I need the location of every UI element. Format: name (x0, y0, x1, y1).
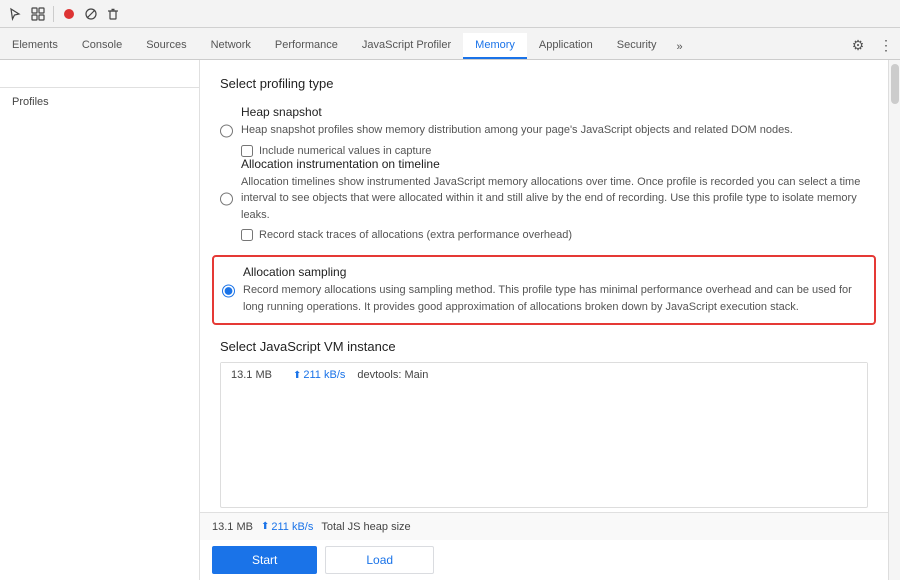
tab-network[interactable]: Network (199, 33, 263, 59)
vm-empty-space (221, 387, 867, 507)
bottom-size: 13.1 MB (212, 521, 253, 533)
sidebar: Profiles (0, 60, 200, 580)
profiling-type-title: Select profiling type (220, 76, 868, 91)
allocation-instrumentation-checkbox-row: Record stack traces of allocations (extr… (241, 229, 868, 241)
start-button[interactable]: Start (212, 546, 317, 574)
heap-snapshot-checkbox-row: Include numerical values in capture (241, 145, 868, 157)
tab-js-profiler[interactable]: JavaScript Profiler (350, 33, 463, 59)
vm-size: 13.1 MB (231, 369, 281, 381)
include-numerical-label[interactable]: Include numerical values in capture (259, 145, 431, 157)
sidebar-toolbar (0, 60, 199, 88)
allocation-instrumentation-label[interactable]: Allocation instrumentation on timeline (241, 157, 440, 171)
tab-elements[interactable]: Elements (0, 33, 70, 59)
cursor-icon[interactable] (6, 4, 26, 24)
settings-icon[interactable]: ⚙ (844, 31, 872, 59)
tab-performance[interactable]: Performance (263, 33, 350, 59)
vm-title: Select JavaScript VM instance (220, 339, 868, 354)
load-button[interactable]: Load (325, 546, 434, 574)
bottom-label: Total JS heap size (321, 521, 410, 533)
vm-table: 13.1 MB ⬆ 211 kB/s devtools: Main (220, 362, 868, 508)
tab-console[interactable]: Console (70, 33, 134, 59)
tab-security[interactable]: Security (605, 33, 669, 59)
heap-snapshot-radio[interactable] (220, 105, 233, 157)
vm-rate: ⬆ 211 kB/s (293, 369, 345, 381)
allocation-instrumentation-desc: Allocation timelines show instrumented J… (241, 174, 868, 224)
record-stack-traces-label[interactable]: Record stack traces of allocations (extr… (259, 229, 572, 241)
scroll-thumb[interactable] (891, 64, 899, 104)
vm-rate-value: 211 kB/s (303, 369, 345, 381)
heap-snapshot-desc: Heap snapshot profiles show memory distr… (241, 122, 868, 139)
main-layout: Profiles Select profiling type Heap snap… (0, 60, 900, 580)
heap-snapshot-label[interactable]: Heap snapshot (241, 105, 322, 119)
tab-sources[interactable]: Sources (134, 33, 198, 59)
bottom-rate: ⬆ 211 kB/s (261, 521, 313, 533)
inspect-icon[interactable] (28, 4, 48, 24)
allocation-sampling-radio[interactable] (222, 267, 235, 315)
record-icon[interactable] (59, 4, 79, 24)
toolbar-separator (53, 6, 54, 22)
allocation-sampling-label[interactable]: Allocation sampling (243, 265, 346, 279)
tab-memory[interactable]: Memory (463, 33, 527, 59)
bottom-bar: 13.1 MB ⬆ 211 kB/s Total JS heap size (200, 512, 888, 540)
tab-application[interactable]: Application (527, 33, 605, 59)
heap-snapshot-option: Heap snapshot Heap snapshot profiles sho… (220, 105, 868, 157)
content-area: Select profiling type Heap snapshot Heap… (200, 60, 888, 512)
tabs-settings: ⚙ ⋮ (844, 31, 900, 59)
sidebar-profiles-label: Profiles (0, 88, 199, 112)
more-icon[interactable]: ⋮ (872, 31, 900, 59)
vm-row[interactable]: 13.1 MB ⬆ 211 kB/s devtools: Main (221, 363, 867, 387)
allocation-sampling-desc: Record memory allocations using sampling… (243, 282, 866, 315)
scrollbar[interactable] (888, 60, 900, 580)
allocation-instrumentation-option: Allocation instrumentation on timeline A… (220, 157, 868, 242)
tabs-overflow-icon[interactable]: » (668, 35, 690, 59)
button-row: Start Load (200, 540, 888, 580)
vm-name: devtools: Main (357, 369, 428, 381)
allocation-sampling-option-selected: Allocation sampling Record memory alloca… (212, 255, 876, 325)
trash-icon[interactable] (103, 4, 123, 24)
top-toolbar (0, 0, 900, 28)
ban-icon[interactable] (81, 4, 101, 24)
vm-rate-arrow-icon: ⬆ (293, 370, 301, 381)
allocation-instrumentation-radio[interactable] (220, 157, 233, 242)
tabs-bar: Elements Console Sources Network Perform… (0, 28, 900, 60)
include-numerical-checkbox[interactable] (241, 145, 253, 157)
bottom-rate-value: 211 kB/s (271, 521, 313, 533)
vm-section: Select JavaScript VM instance 13.1 MB ⬆ … (220, 339, 868, 508)
record-stack-traces-checkbox[interactable] (241, 229, 253, 241)
bottom-rate-arrow-icon: ⬆ (261, 521, 269, 532)
